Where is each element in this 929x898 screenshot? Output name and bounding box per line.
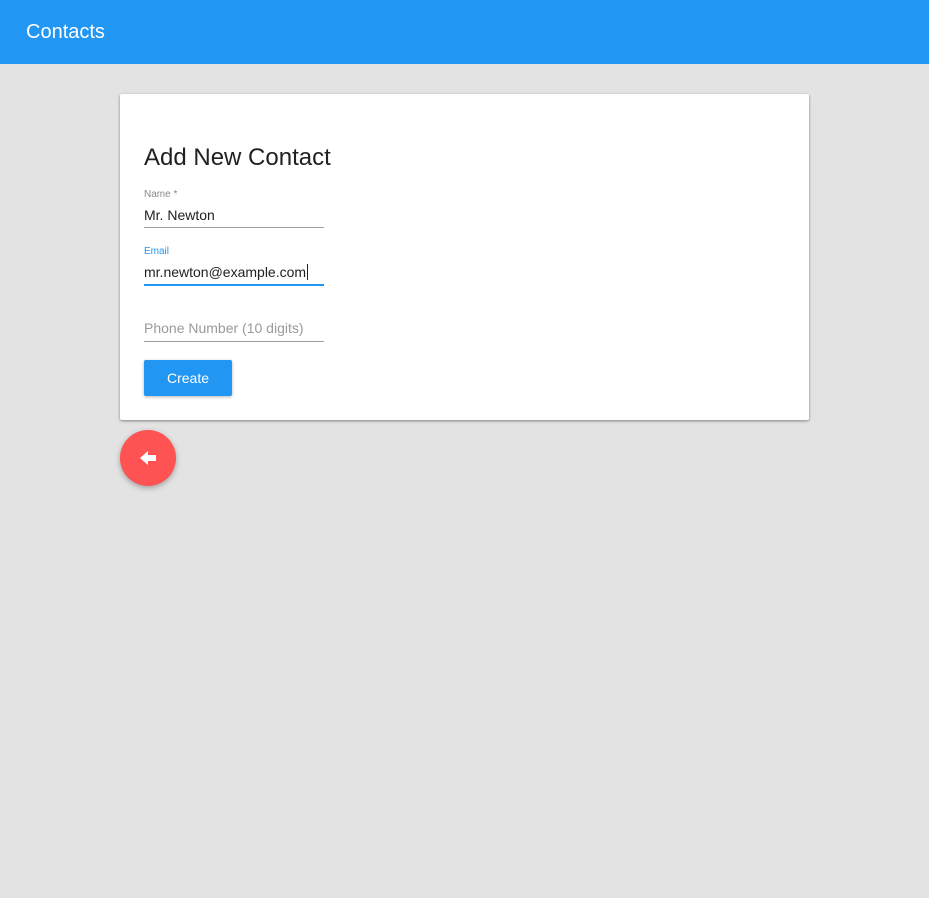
name-label: Name * (144, 189, 178, 200)
add-contact-card: Add New Contact Name * Mr. Newton Email … (120, 94, 809, 420)
app-bar: Contacts (0, 0, 929, 64)
create-button[interactable]: Create (144, 360, 232, 396)
phone-underline (144, 341, 324, 342)
email-input[interactable]: mr.newton@example.com (144, 263, 309, 281)
email-underline (144, 284, 324, 286)
name-underline (144, 227, 324, 228)
app-title: Contacts (26, 21, 105, 43)
name-input[interactable]: Mr. Newton (144, 206, 215, 224)
name-field[interactable]: Name * Mr. Newton (144, 189, 324, 229)
back-button[interactable] (120, 430, 176, 486)
text-caret (307, 264, 309, 280)
phone-input[interactable]: Phone Number (10 digits) (144, 319, 304, 337)
phone-field[interactable]: Phone Number (10 digits) (144, 319, 324, 347)
form-title: Add New Contact (144, 144, 331, 171)
email-value: mr.newton@example.com (144, 264, 307, 280)
back-arrow-icon (140, 451, 156, 465)
email-label: Email (144, 246, 170, 257)
email-field[interactable]: Email mr.newton@example.com (144, 246, 324, 288)
